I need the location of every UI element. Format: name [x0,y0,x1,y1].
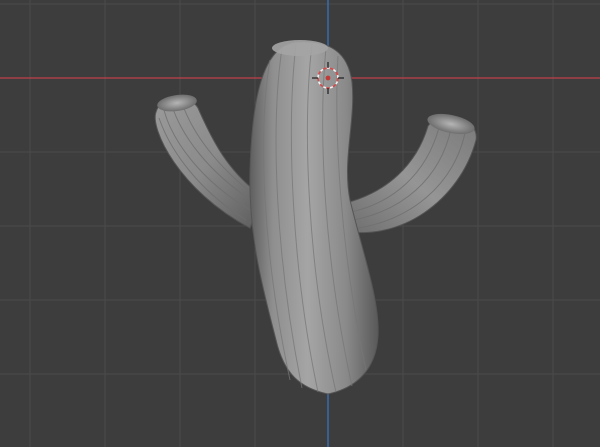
cactus-mesh[interactable] [154,40,477,395]
viewport-canvas[interactable] [0,0,600,447]
3d-viewport[interactable] [0,0,600,447]
cactus-left-arm[interactable] [154,92,263,229]
